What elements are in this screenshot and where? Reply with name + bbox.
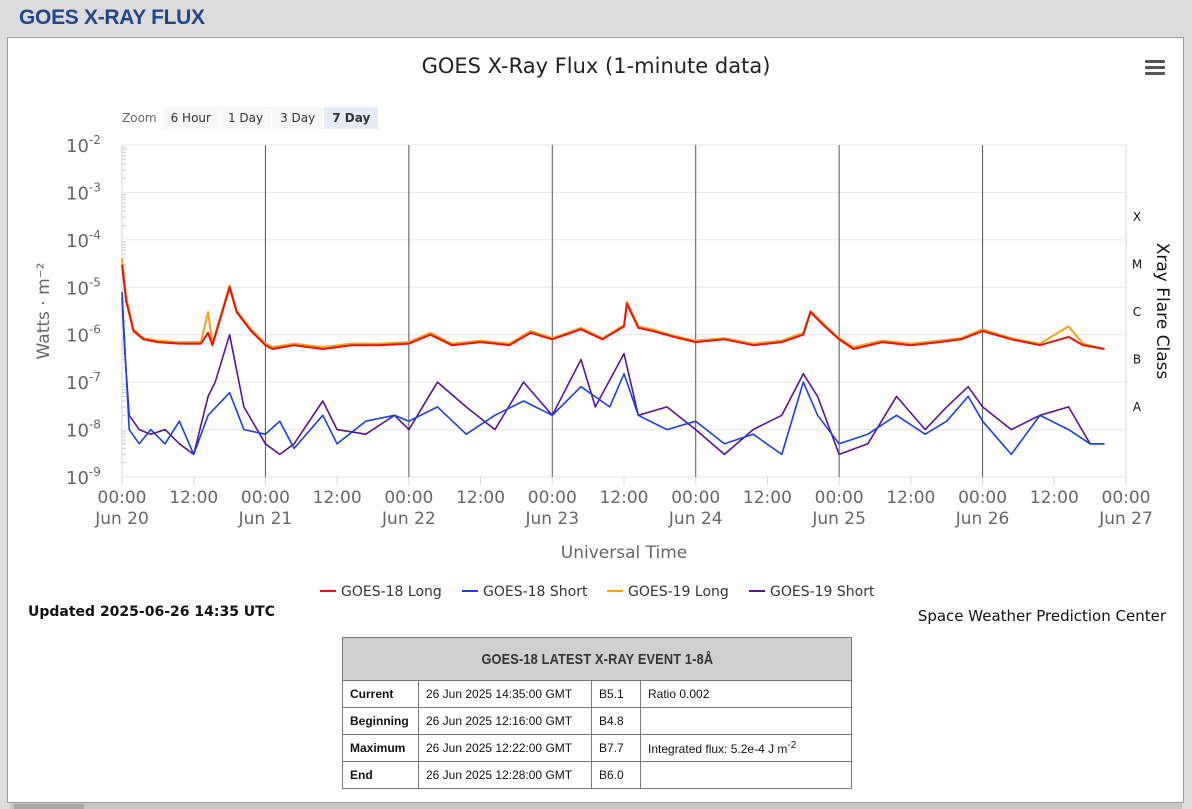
y-tick-label: 10-9 [66,465,101,489]
legend-item-label: GOES-19 Short [770,584,875,600]
x-axis-title: Universal Time [561,543,687,563]
x-tick-label: 00:00 [671,488,720,508]
flare-class-label: A [1133,400,1142,414]
x-tick-label: 00:00 [384,488,433,508]
x-tick-date-label: Jun 26 [955,509,1010,529]
row-extra [640,761,852,789]
x-tick-label: 00:00 [1102,488,1151,508]
y-tick-label: 10-8 [66,418,101,442]
flare-class-label: C [1133,305,1141,319]
x-tick-label: 12:00 [600,488,649,508]
x-tick-label: 00:00 [241,488,290,508]
event-table: GOES-18 LATEST X-RAY EVENT 1-8Å Current … [342,637,852,789]
row-label: Maximum [342,734,419,762]
row-label: Current [342,680,419,708]
x-tick-date-label: Jun 20 [94,509,149,529]
row-class: B6.0 [591,761,641,789]
legend-item-label: GOES-18 Long [341,584,442,600]
x-tick-label: 12:00 [313,488,362,508]
row-label: Beginning [342,707,419,735]
y-tick-label: 10-2 [66,133,101,157]
row-time: 26 Jun 2025 12:28:00 GMT [418,761,592,789]
flare-class-label: X [1133,210,1141,224]
x-tick-label: 12:00 [743,488,792,508]
row-extra: Integrated flux: 5.2e-4 J m-2 [640,734,852,762]
x-tick-label: 12:00 [886,488,935,508]
y-axis-title: Watts · m⁻² [34,263,54,360]
x-tick-date-label: Jun 27 [1098,509,1153,529]
row-extra [640,707,852,735]
flare-class-label: B [1133,352,1141,366]
flare-class-title: Xray Flare Class [1152,243,1172,380]
updated-timestamp: Updated 2025-06-26 14:35 UTC [28,604,275,620]
x-tick-date-label: Jun 25 [811,509,866,529]
legend-item-label: GOES-18 Short [483,584,588,600]
x-tick-label: 00:00 [98,488,147,508]
table-row: Maximum 26 Jun 2025 12:22:00 GMT B7.7 In… [342,734,852,762]
flare-class-label: M [1132,258,1142,272]
x-tick-label: 00:00 [815,488,864,508]
row-time: 26 Jun 2025 12:16:00 GMT [418,707,592,735]
scrollbar-thumb[interactable] [14,804,84,809]
y-tick-label: 10-5 [66,275,101,299]
x-tick-label: 00:00 [958,488,1007,508]
x-tick-label: 12:00 [456,488,505,508]
table-row: Beginning 26 Jun 2025 12:16:00 GMT B4.8 [342,707,852,735]
row-extra: Ratio 0.002 [640,680,852,708]
x-tick-date-label: Jun 23 [524,509,579,529]
row-class: B7.7 [591,734,641,762]
horizontal-scrollbar[interactable] [10,803,1182,809]
row-class: B4.8 [591,707,641,735]
legend-item-label: GOES-19 Long [628,584,729,600]
x-tick-date-label: Jun 24 [668,509,723,529]
y-tick-label: 10-4 [66,228,101,252]
row-time: 26 Jun 2025 12:22:00 GMT [418,734,592,762]
credit-text: Space Weather Prediction Center [917,607,1166,625]
x-tick-date-label: Jun 22 [381,509,436,529]
y-tick-label: 10-7 [66,370,101,394]
y-tick-label: 10-6 [66,323,101,347]
x-tick-label: 12:00 [1030,488,1079,508]
x-tick-label: 12:00 [169,488,218,508]
x-tick-date-label: Jun 21 [238,509,293,529]
event-table-title: GOES-18 LATEST X-RAY EVENT 1-8Å [342,637,852,681]
row-class: B5.1 [591,680,641,708]
x-tick-label: 00:00 [528,488,577,508]
xray-flux-chart: 10-2 10-3 10-4 10-5 10-6 10-7 10-8 10-9 Watts · … [34,133,1172,600]
table-row: End 26 Jun 2025 12:28:00 GMT B6.0 [342,761,852,789]
y-tick-label: 10-3 [66,180,101,204]
table-row: Current 26 Jun 2025 14:35:00 GMT B5.1 Ra… [342,680,852,708]
row-time: 26 Jun 2025 14:35:00 GMT [418,680,592,708]
row-label: End [342,761,419,789]
